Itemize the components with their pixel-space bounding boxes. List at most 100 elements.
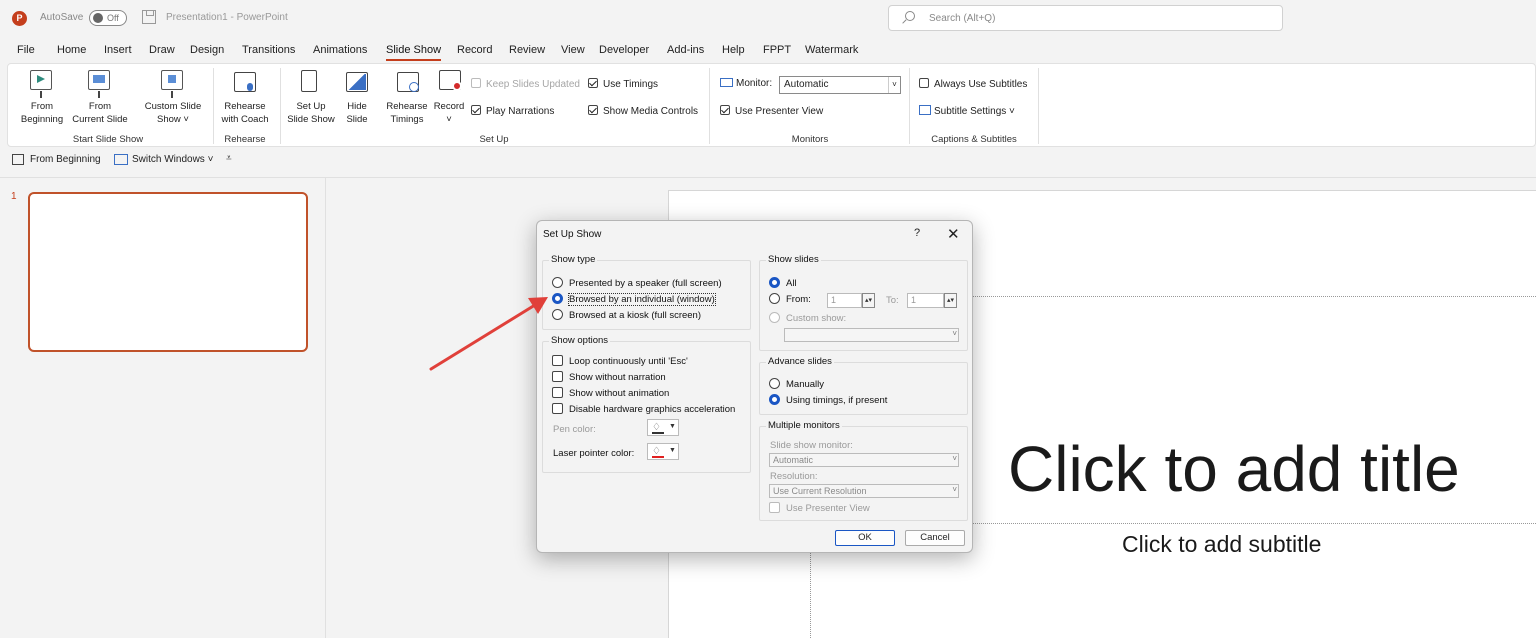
from-beginning-icon — [30, 70, 52, 90]
pen-color-picker[interactable]: ♢ ▼ — [647, 419, 679, 436]
tab-design[interactable]: Design — [190, 44, 224, 56]
autosave-state: Off — [107, 13, 119, 23]
from-slide-input[interactable]: 1▴▾ — [827, 293, 862, 308]
rehearse-with-coach-button[interactable]: Rehearse with Coach — [214, 100, 276, 126]
from-beginning-button[interactable]: From Beginning — [12, 100, 72, 126]
using-timings-label: Using timings, if present — [786, 395, 887, 406]
qat-from-beginning-button[interactable]: From Beginning — [30, 154, 101, 165]
tab-slide-show[interactable]: Slide Show — [386, 44, 441, 56]
use-timings-label: Use Timings — [603, 79, 658, 90]
ok-button[interactable]: OK — [835, 530, 895, 546]
tab-home[interactable]: Home — [57, 44, 86, 56]
pen-color-label: Pen color: — [553, 424, 596, 435]
always-use-subtitles-checkbox[interactable]: Always Use Subtitles — [919, 78, 1027, 90]
presented-by-speaker-radio[interactable]: Presented by a speaker (full screen) — [552, 277, 722, 289]
show-media-controls-checkbox[interactable]: Show Media Controls — [588, 105, 698, 117]
close-icon[interactable]: ✕ — [947, 225, 960, 243]
show-without-narration-checkbox[interactable]: Show without narration — [552, 371, 666, 383]
tab-review[interactable]: Review — [509, 44, 545, 56]
custom-show-dropdown[interactable]: ˅ — [784, 328, 959, 342]
spin-icon[interactable]: ▴▾ — [862, 293, 875, 308]
tab-fppt[interactable]: FPPT — [763, 44, 791, 56]
all-slides-radio[interactable]: All — [769, 277, 797, 289]
qat-switch-windows-button[interactable]: Switch Windows ˅ — [132, 154, 213, 165]
subtitle-placeholder[interactable]: Click to add subtitle — [1122, 531, 1321, 558]
save-icon[interactable] — [142, 10, 156, 24]
rehearse-timings-button[interactable]: Rehearse Timings — [384, 100, 430, 126]
tab-transitions[interactable]: Transitions — [242, 44, 295, 56]
multiple-monitors-legend: Multiple monitors — [766, 420, 842, 431]
dialog-presenter-view-checkbox[interactable]: Use Presenter View — [769, 502, 870, 514]
tab-animations[interactable]: Animations — [313, 44, 367, 56]
qat-customize-icon[interactable]: ⩡ — [226, 153, 232, 164]
slide-thumbnail[interactable] — [28, 192, 308, 352]
help-icon[interactable]: ? — [914, 227, 920, 239]
laser-pointer-color-picker[interactable]: ♢ ▼ — [647, 443, 679, 460]
show-without-animation-checkbox[interactable]: Show without animation — [552, 387, 669, 399]
record-line2: ˅ — [430, 113, 468, 126]
tab-help[interactable]: Help — [722, 44, 745, 56]
search-icon — [905, 11, 915, 21]
manually-label: Manually — [786, 379, 824, 390]
tab-view[interactable]: View — [561, 44, 585, 56]
coach-line1: Rehearse — [214, 100, 276, 113]
tab-file[interactable]: File — [17, 44, 35, 56]
tab-developer[interactable]: Developer — [599, 44, 649, 56]
from-current-line1: From — [68, 100, 132, 113]
tab-add-ins[interactable]: Add-ins — [667, 44, 704, 56]
tab-record[interactable]: Record — [457, 44, 492, 56]
slide-show-monitor-label: Slide show monitor: — [770, 440, 853, 451]
custom-slide-show-button[interactable]: Custom Slide Show ˅ — [138, 100, 208, 126]
chevron-down-icon: ˅ — [888, 77, 900, 93]
set-up-slide-show-button[interactable]: Set Up Slide Show — [284, 100, 338, 126]
cancel-button[interactable]: Cancel — [905, 530, 965, 546]
keep-slides-updated-checkbox[interactable]: Keep Slides Updated — [471, 78, 580, 90]
monitor-label-group: Monitor: — [720, 78, 772, 89]
use-presenter-view-checkbox[interactable]: Use Presenter View — [720, 105, 823, 117]
presented-by-speaker-label: Presented by a speaker (full screen) — [569, 278, 722, 289]
browsed-by-individual-label: Browsed by an individual (window) — [569, 294, 715, 305]
rehearse-with-coach-icon — [234, 72, 256, 92]
title-bar: P AutoSave Off Presentation1 - PowerPoin… — [0, 0, 1536, 36]
slide-show-monitor-dropdown[interactable]: Automatic˅ — [769, 453, 959, 467]
from-slides-radio[interactable]: From: — [769, 293, 811, 305]
group-label-captions-subtitles: Captions & Subtitles — [914, 134, 1034, 145]
title-placeholder[interactable]: Click to add title — [1008, 432, 1460, 506]
to-slide-input[interactable]: 1▴▾ — [907, 293, 944, 308]
use-timings-checkbox[interactable]: Use Timings — [588, 78, 658, 90]
menu-tabs: File Home Insert Draw Design Transitions… — [0, 40, 1536, 62]
custom-show-radio[interactable]: Custom show: — [769, 312, 846, 324]
coach-line2: with Coach — [214, 113, 276, 126]
tab-watermark[interactable]: Watermark — [805, 44, 858, 56]
all-slides-label: All — [786, 278, 797, 289]
tab-draw[interactable]: Draw — [149, 44, 175, 56]
monitor-select[interactable]: Automatic ˅ — [779, 76, 901, 94]
show-without-narration-label: Show without narration — [569, 372, 666, 383]
subtitle-settings-button[interactable]: Subtitle Settings ˅ — [919, 105, 1015, 117]
using-timings-radio[interactable]: Using timings, if present — [769, 394, 887, 406]
dialog-title: Set Up Show — [543, 229, 601, 240]
show-without-animation-label: Show without animation — [569, 388, 669, 399]
loop-continuously-checkbox[interactable]: Loop continuously until 'Esc' — [552, 355, 688, 367]
from-current-slide-button[interactable]: From Current Slide — [68, 100, 132, 126]
from-beginning-qat-icon — [12, 154, 24, 165]
group-label-set-up: Set Up — [284, 134, 704, 145]
resolution-dropdown[interactable]: Use Current Resolution˅ — [769, 484, 959, 498]
search-input[interactable]: Search (Alt+Q) — [888, 5, 1283, 31]
spin-icon[interactable]: ▴▾ — [944, 293, 957, 308]
disable-hardware-acceleration-checkbox[interactable]: Disable hardware graphics acceleration — [552, 403, 735, 415]
from-beginning-line1: From — [12, 100, 72, 113]
browsed-at-kiosk-radio[interactable]: Browsed at a kiosk (full screen) — [552, 309, 701, 321]
group-label-start-slide-show: Start Slide Show — [48, 134, 168, 145]
record-button[interactable]: Record ˅ — [430, 100, 468, 126]
use-presenter-view-label: Use Presenter View — [735, 106, 823, 117]
hide-slide-button[interactable]: Hide Slide — [340, 100, 374, 126]
tab-insert[interactable]: Insert — [104, 44, 132, 56]
record-icon — [439, 70, 461, 90]
from-label: From: — [786, 294, 811, 305]
manually-radio[interactable]: Manually — [769, 378, 824, 390]
autosave-toggle[interactable]: Off — [89, 10, 127, 26]
play-narrations-checkbox[interactable]: Play Narrations — [471, 105, 554, 117]
custom-show-label: Custom show: — [786, 313, 846, 324]
browsed-by-individual-radio[interactable]: Browsed by an individual (window) — [552, 293, 715, 305]
